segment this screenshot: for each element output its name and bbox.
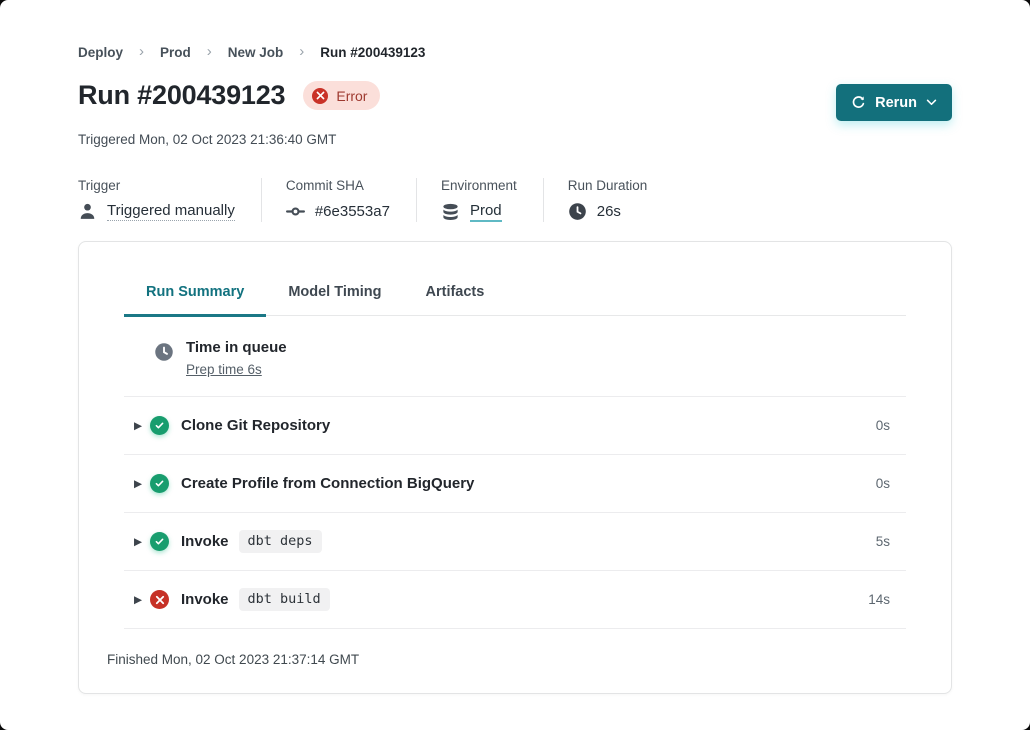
step-duration: 0s <box>876 418 906 433</box>
breadcrumb-new-job[interactable]: New Job <box>228 45 284 60</box>
prep-time-link[interactable]: Prep time 6s <box>186 362 262 377</box>
tab-bar: Run Summary Model Timing Artifacts <box>124 272 906 316</box>
step-row-dbt-build[interactable]: ▶ Invoke dbt build 14s <box>124 570 906 628</box>
meta-commit-label: Commit SHA <box>286 178 390 193</box>
breadcrumb-current-run: Run #200439123 <box>320 45 425 60</box>
run-meta-row: Trigger Triggered manually Commit SHA #6… <box>78 178 952 222</box>
success-icon <box>150 532 169 551</box>
commit-sha-value: #6e3553a7 <box>315 203 390 220</box>
success-icon <box>150 416 169 435</box>
breadcrumb-prod[interactable]: Prod <box>160 45 191 60</box>
page-title: Run #200439123 <box>78 80 285 111</box>
step-row-clone-git[interactable]: ▶ Clone Git Repository 0s <box>124 396 906 454</box>
tab-run-summary[interactable]: Run Summary <box>124 272 266 317</box>
step-label: Invoke <box>181 591 229 608</box>
triggered-timestamp: Triggered Mon, 02 Oct 2023 21:36:40 GMT <box>78 132 952 147</box>
commit-icon <box>286 202 305 221</box>
command-chip: dbt build <box>239 588 330 611</box>
step-label: Clone Git Repository <box>181 417 330 434</box>
success-icon <box>150 474 169 493</box>
error-circle-icon <box>312 88 328 104</box>
meta-trigger: Trigger Triggered manually <box>78 178 262 222</box>
rerun-button[interactable]: Rerun <box>836 84 952 121</box>
rerun-button-label: Rerun <box>875 95 917 111</box>
step-row-create-profile[interactable]: ▶ Create Profile from Connection BigQuer… <box>124 454 906 512</box>
step-label: Invoke <box>181 533 229 550</box>
chevron-down-icon <box>926 99 937 106</box>
meta-run-duration: Run Duration 26s <box>568 178 674 222</box>
command-chip: dbt deps <box>239 530 322 553</box>
chevron-right-icon: › <box>139 43 144 60</box>
step-label: Create Profile from Connection BigQuery <box>181 475 474 492</box>
step-duration: 14s <box>868 592 906 607</box>
meta-trigger-label: Trigger <box>78 178 235 193</box>
finished-timestamp: Finished Mon, 02 Oct 2023 21:37:14 GMT <box>79 629 951 667</box>
meta-environment: Environment Prod <box>441 178 544 222</box>
queue-clock-icon <box>154 342 174 362</box>
step-duration: 5s <box>876 534 906 549</box>
step-row-dbt-deps[interactable]: ▶ Invoke dbt deps 5s <box>124 512 906 570</box>
meta-environment-label: Environment <box>441 178 517 193</box>
expand-caret-icon[interactable]: ▶ <box>124 478 150 490</box>
status-badge: Error <box>303 81 380 110</box>
run-summary-card: Run Summary Model Timing Artifacts Time … <box>78 241 952 694</box>
tab-model-timing[interactable]: Model Timing <box>266 272 403 317</box>
meta-duration-label: Run Duration <box>568 178 648 193</box>
breadcrumb-deploy[interactable]: Deploy <box>78 45 123 60</box>
status-badge-label: Error <box>336 88 367 104</box>
step-duration: 0s <box>876 476 906 491</box>
expand-caret-icon[interactable]: ▶ <box>124 594 150 606</box>
database-icon <box>441 203 460 222</box>
time-in-queue-row: Time in queue Prep time 6s <box>124 316 906 396</box>
trigger-value[interactable]: Triggered manually <box>107 202 235 221</box>
error-icon <box>150 590 169 609</box>
chevron-right-icon: › <box>207 43 212 60</box>
queue-title: Time in queue <box>186 339 287 356</box>
tab-artifacts[interactable]: Artifacts <box>404 272 507 317</box>
clock-icon <box>568 202 587 221</box>
app-window: Deploy › Prod › New Job › Run #200439123… <box>0 0 1030 730</box>
run-duration-value: 26s <box>597 203 621 220</box>
breadcrumb: Deploy › Prod › New Job › Run #200439123 <box>78 0 952 61</box>
meta-commit-sha: Commit SHA #6e3553a7 <box>286 178 417 222</box>
environment-link[interactable]: Prod <box>470 202 502 222</box>
expand-caret-icon[interactable]: ▶ <box>124 420 150 432</box>
rerun-refresh-icon <box>851 95 866 110</box>
chevron-right-icon: › <box>299 43 304 60</box>
header: Run #200439123 Error Rerun <box>78 80 952 121</box>
expand-caret-icon[interactable]: ▶ <box>124 536 150 548</box>
person-icon <box>78 202 97 221</box>
